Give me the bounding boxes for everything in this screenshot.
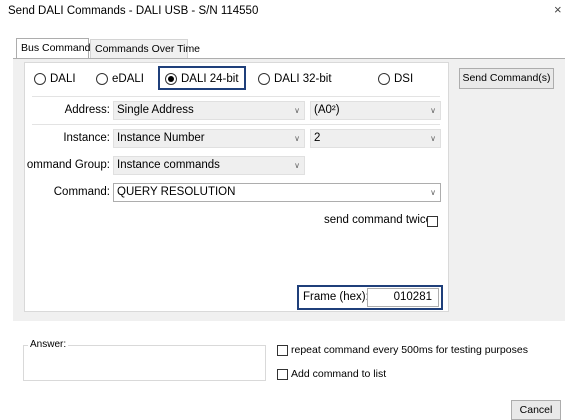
command-group-value: Instance commands xyxy=(117,159,220,171)
chevron-down-icon: ∨ xyxy=(294,161,300,170)
address-number-value: (A0²) xyxy=(314,104,340,116)
radio-edali[interactable]: eDALI xyxy=(96,71,144,87)
add-to-list-checkbox[interactable] xyxy=(277,369,288,380)
chevron-down-icon: ∨ xyxy=(294,106,300,115)
repeat-checkbox[interactable] xyxy=(277,345,288,356)
answer-box xyxy=(23,345,266,381)
command-group-label: ommand Group: xyxy=(26,159,110,171)
send-twice-label: send command twice xyxy=(324,214,433,226)
chevron-down-icon: ∨ xyxy=(294,134,300,143)
radio-circle xyxy=(258,73,270,85)
answer-label: Answer: xyxy=(28,339,69,350)
add-to-list-label: Add command to list xyxy=(291,368,387,380)
tab-commands-over-time[interactable]: Commands Over Time xyxy=(90,39,200,58)
command-group-select[interactable]: Instance commands ∨ xyxy=(113,156,305,175)
chevron-down-icon: ∨ xyxy=(430,188,436,197)
radio-circle xyxy=(378,73,390,85)
close-icon[interactable]: × xyxy=(554,2,565,18)
radio-label: DALI 24-bit xyxy=(181,73,239,85)
instance-number-select[interactable]: 2 ∨ xyxy=(310,129,441,148)
radio-label: DALI xyxy=(50,73,76,85)
address-label: Address: xyxy=(64,104,110,116)
address-number-select[interactable]: (A0²) ∨ xyxy=(310,101,441,120)
radio-dali[interactable]: DALI xyxy=(34,71,76,87)
divider xyxy=(32,124,440,125)
radio-label: DSI xyxy=(394,73,414,85)
divider xyxy=(32,96,440,97)
chevron-down-icon: ∨ xyxy=(430,134,436,143)
radio-circle-checked xyxy=(165,73,177,85)
send-commands-button[interactable]: Send Command(s) xyxy=(459,68,554,89)
frame-hex-field[interactable]: 010281 xyxy=(367,288,439,307)
radio-dali-32bit[interactable]: DALI 32-bit xyxy=(258,71,332,87)
cancel-button[interactable]: Cancel xyxy=(511,400,561,420)
command-select[interactable]: QUERY RESOLUTION ∨ xyxy=(113,183,441,202)
radio-circle xyxy=(34,73,46,85)
radio-dsi[interactable]: DSI xyxy=(378,71,413,87)
instance-value: Instance Number xyxy=(117,132,205,144)
chevron-down-icon: ∨ xyxy=(430,106,436,115)
instance-number-value: 2 xyxy=(314,132,321,144)
command-value: QUERY RESOLUTION xyxy=(117,186,236,198)
radio-label: eDALI xyxy=(112,73,144,85)
radio-dali-24bit[interactable]: DALI 24-bit xyxy=(165,71,239,87)
send-twice-checkbox[interactable] xyxy=(427,216,438,227)
window-title: Send DALI Commands - DALI USB - S/N 1145… xyxy=(8,5,259,17)
instance-select[interactable]: Instance Number ∨ xyxy=(113,129,305,148)
command-label: Command: xyxy=(53,186,110,198)
frame-hex-label: Frame (hex): xyxy=(303,291,369,303)
radio-label: DALI 32-bit xyxy=(274,73,332,85)
tab-bus-commands[interactable]: Bus Commands xyxy=(16,38,96,59)
radio-circle xyxy=(96,73,108,85)
address-value: Single Address xyxy=(117,104,194,116)
address-select[interactable]: Single Address ∨ xyxy=(113,101,305,120)
repeat-label: repeat command every 500ms for testing p… xyxy=(291,344,528,356)
instance-label: Instance: xyxy=(63,132,110,144)
